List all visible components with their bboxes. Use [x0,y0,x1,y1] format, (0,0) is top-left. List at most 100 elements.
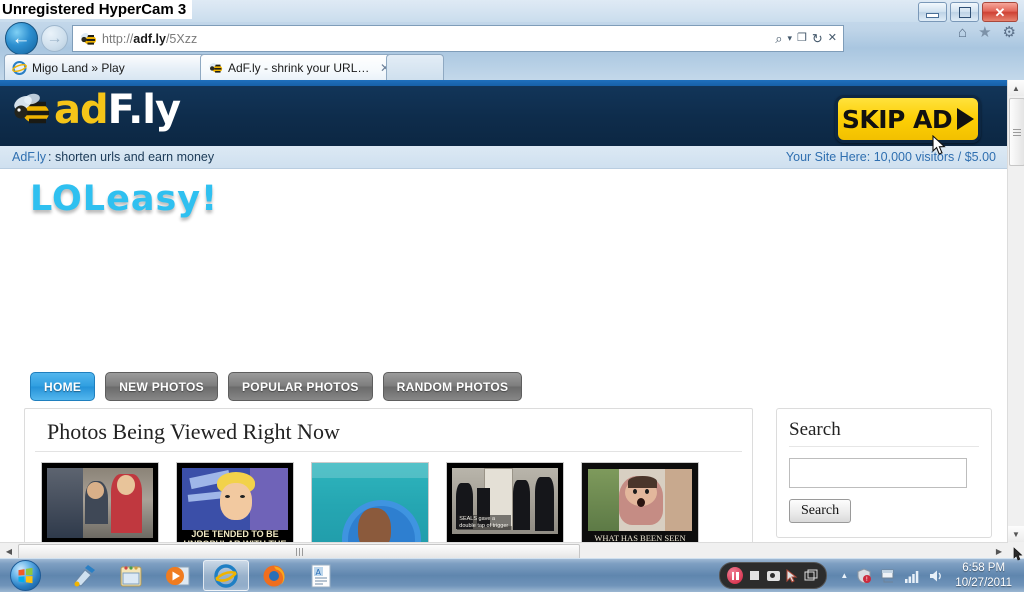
adfly-logo-ad: ad [54,87,109,133]
stop-icon [749,571,759,580]
home-icon[interactable]: ⌂ [958,25,967,40]
nav-tab-popular-photos[interactable]: POPULAR PHOTOS [228,372,373,401]
taskbar-item-media-player[interactable] [156,561,200,590]
chevron-down-icon[interactable]: ▾ [787,34,792,43]
clock[interactable]: 6:58 PM 10/27/2011 [948,561,1019,590]
thumbnail-image-pool[interactable] [311,462,429,542]
nav-tab-home[interactable]: HOME [30,372,96,401]
nav-tab-new-photos[interactable]: NEW PHOTOS [105,372,218,401]
action-center-flag-icon[interactable] [880,568,896,584]
scroll-down-button[interactable]: ▼ [1008,526,1024,542]
thumbnail-image-seal-team-six[interactable]: SEALS gave a double tap of trigger Seal … [446,462,564,542]
stop-icon[interactable]: ✕ [828,33,837,44]
address-text: http://adf.ly/5Xzz [102,32,197,46]
close-button[interactable]: ✕ [982,2,1018,22]
clock-date: 10/27/2011 [955,576,1012,589]
hypercam-stop-button[interactable] [746,568,762,584]
record-icon [766,570,780,581]
taskbar-item-firefox[interactable] [252,561,296,590]
search-input[interactable] [789,458,967,488]
search-panel: Search Search [776,408,992,538]
poster: JOE TENDED TO BE UNPOPULAR WITH THE OTHE… [177,463,293,542]
scrollbar-grip-icon [295,548,303,556]
site-logo-text: LOLeasy! [27,177,219,222]
poster-caption: WHAT HAS BEEN SEEN [594,533,686,542]
play-triangle-icon [957,108,975,130]
search-button[interactable]: Search [789,499,852,523]
browser-tab-label: Migo Land » Play [32,60,125,75]
taskbar: A ▲ ! 6:58 PM 10/27/2011 [0,558,1024,592]
adfly-logo[interactable]: adF.ly [10,87,181,133]
restore-icon [958,6,971,18]
forward-button[interactable]: → [41,25,68,52]
security-icon[interactable]: ! [856,567,872,584]
pause-icon [727,567,744,584]
search-icon[interactable]: ⌕ [775,32,782,45]
minimize-icon [926,12,939,18]
bee-logo-icon [10,92,52,128]
browser-tab-migo-land[interactable]: Migo Land » Play [4,54,208,80]
mouse-cursor [932,134,946,156]
browser-toolbar-icons: ⌂ ★ ⚙ [958,25,1016,40]
new-tab-button[interactable] [386,54,444,80]
thumbnail-item[interactable]: SEALS gave a double tap of trigger Seal … [446,462,564,542]
browser-tab-adfly[interactable]: AdF.ly - shrink your URLs a... ✕ [200,54,398,80]
scroll-right-button[interactable]: ▶ [991,543,1007,559]
close-icon: ✕ [994,4,1006,20]
skip-ad-button[interactable]: SKIP AD [835,95,981,143]
start-button[interactable] [2,560,48,591]
thumbnail-item[interactable]: WHAT HAS BEEN SEEN Cannot be un-seen WHA… [581,462,699,542]
taskbar-item-internet-explorer[interactable] [203,560,249,591]
adfly-promo-link[interactable]: Your Site Here: 10,000 visitors / $5.00 [786,150,996,164]
hypercam-record-button[interactable] [765,568,781,584]
thumbnail-image-what-has-been-seen[interactable]: WHAT HAS BEEN SEEN Cannot be un-seen WHA… [581,462,699,542]
adfly-wordmark: adF.ly [54,87,181,133]
url-path: /5Xzz [165,31,198,46]
thumbnail-row-1: RULE 34 don't Google it demotivational p… [25,452,752,542]
nav-tab-random-photos[interactable]: RANDOM PHOTOS [382,372,523,401]
address-bar-tools: ⌕ ▾ ❐ ↻ ✕ [775,32,843,45]
tab-bar: Migo Land » Play AdF.ly - shrink your UR… [0,53,1024,80]
minimize-button[interactable] [918,2,947,22]
volume-icon[interactable] [928,568,944,584]
thumbnail-item[interactable]: demotivational po... [311,462,429,542]
thumbnail-item[interactable]: JOE TENDED TO BE UNPOPULAR WITH THE OTHE… [176,462,294,542]
adfly-logo-fly: F.ly [107,87,181,133]
hypercam-pause-button[interactable] [727,567,744,584]
vertical-scrollbar[interactable]: ▲ ▼ [1007,80,1024,542]
poster-photo [182,468,288,530]
scroll-up-button[interactable]: ▲ [1008,80,1024,96]
vertical-scrollbar-thumb[interactable] [1009,98,1024,166]
hypercam-cursor-button[interactable] [784,568,800,584]
compatibility-view-icon[interactable]: ❐ [797,33,807,44]
network-icon[interactable] [904,568,920,584]
thumbnail-image-rule34[interactable]: RULE 34 don't Google it [41,462,159,542]
taskbar-item-wordpad[interactable]: A [299,561,343,590]
mouse-cursor-secondary [1013,547,1023,562]
show-hidden-icons-button[interactable]: ▲ [840,571,848,580]
thumbnail-image-joe[interactable]: JOE TENDED TO BE UNPOPULAR WITH THE OTHE… [176,462,294,542]
adfly-tagline-bar: AdF.ly : shorten urls and earn money You… [0,146,1008,169]
hypercam-window-button[interactable] [803,568,819,584]
poster: RULE 34 don't Google it [42,463,158,542]
scroll-left-button[interactable]: ◀ [1,543,17,559]
thumbnail-item[interactable]: RULE 34 don't Google it demotivational p… [41,462,159,542]
refresh-icon[interactable]: ↻ [812,32,823,45]
sidebar: Search Search Categories Comix Strips [776,408,992,542]
svg-text:!: ! [866,576,868,583]
taskbar-item-paint[interactable] [62,561,106,590]
nav-tab-label: HOME [44,379,82,394]
gear-icon[interactable]: ⚙ [1003,25,1016,40]
url-domain: adf.ly [133,31,166,46]
taskbar-item-notepad[interactable] [109,561,153,590]
address-bar[interactable]: http://adf.ly/5Xzz ⌕ ▾ ❐ ↻ ✕ [72,25,844,52]
forward-arrow-icon: → [46,29,63,47]
clock-time: 6:58 PM [962,562,1006,575]
back-button[interactable]: ← [5,22,38,55]
hypercam-watermark: Unregistered HyperCam 3 [0,0,193,19]
site-logo[interactable]: LOLeasy! [27,177,219,222]
restore-button[interactable] [950,2,979,22]
adfly-tagline-link[interactable]: AdF.ly [12,150,46,164]
loleasy-site: LOLeasy! HOME NEW PHOTOS POPULAR PHOTOS … [0,169,1008,542]
favorites-star-icon[interactable]: ★ [978,25,991,40]
